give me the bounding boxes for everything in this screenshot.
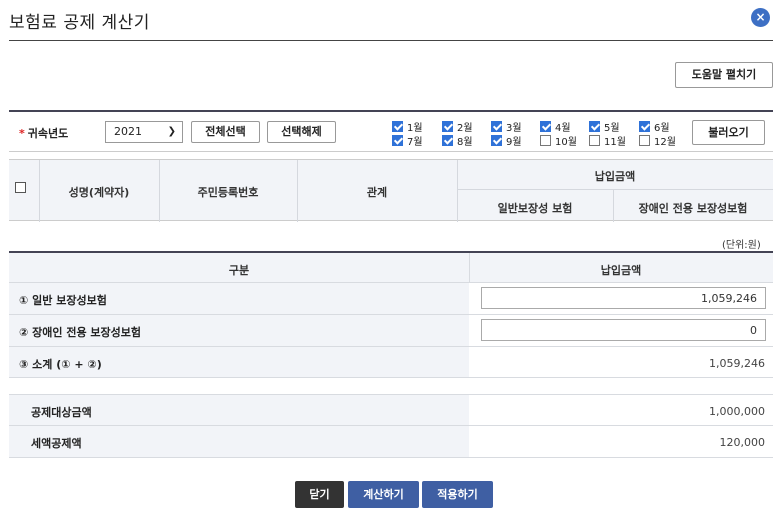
disabled-insurance-input[interactable] [481, 319, 766, 341]
month-checkbox-7[interactable]: 7월 [392, 133, 444, 148]
filter-bar: * 귀속년도 2021 ❯ 전체선택 선택해제 1월 2월 3월 4월 5월 6월… [9, 110, 773, 152]
unit-label: (단위:원) [722, 240, 761, 251]
deductible-label: 공제대상금액 [31, 406, 92, 419]
month-checkbox-2[interactable]: 2월 [442, 119, 494, 134]
checkbox-icon[interactable] [639, 121, 650, 132]
required-star: * [19, 127, 25, 140]
checkbox-icon[interactable] [442, 121, 453, 132]
column-header-disabled: 장애인 전용 보장성보험 [638, 202, 748, 215]
select-all-button[interactable]: 전체선택 [191, 121, 260, 143]
title-divider [9, 40, 773, 41]
month-checkbox-4[interactable]: 4월 [540, 119, 592, 134]
column-header-id: 주민등록번호 [197, 186, 259, 199]
column-header-paid: 납입금액 [594, 170, 636, 183]
general-insurance-input[interactable] [481, 287, 766, 309]
month-checkbox-10[interactable]: 10월 [540, 133, 592, 148]
checkbox-icon[interactable] [540, 121, 551, 132]
tax-credit-label: 세액공제액 [31, 437, 82, 450]
month-checkbox-12[interactable]: 12월 [639, 133, 691, 148]
calculate-button[interactable]: 계산하기 [348, 481, 419, 508]
checkbox-icon[interactable] [15, 182, 26, 193]
close-button[interactable]: 닫기 [295, 481, 344, 508]
calc-header-category: 구분 [228, 264, 250, 277]
checkbox-icon[interactable] [392, 121, 403, 132]
select-all-rows-checkbox[interactable] [15, 182, 30, 195]
calc-row-subtotal: ③ 소계 (① + ②) 1,059,246 [9, 347, 773, 378]
subtotal-value: 1,059,246 [709, 357, 765, 370]
checkbox-icon[interactable] [392, 135, 403, 146]
help-toggle-button[interactable]: 도움말 펼치기 [675, 62, 773, 88]
checkbox-icon[interactable] [589, 135, 600, 146]
column-header-name: 성명(계약자) [68, 186, 130, 199]
deductible-value: 1,000,000 [709, 405, 765, 418]
checkbox-icon[interactable] [491, 121, 502, 132]
calc-row-general: ① 일반 보장성보험 [9, 283, 773, 315]
calc-header-row: 구분 납입금액 [9, 251, 773, 283]
column-header-relation: 관계 [366, 186, 388, 199]
calc-header-amount: 납입금액 [600, 264, 642, 277]
checkbox-icon[interactable] [589, 121, 600, 132]
contract-table-header: 성명(계약자) 주민등록번호 관계 납입금액 일반보장성 보험 장애인 전용 보… [9, 159, 773, 222]
tax-credit-value: 120,000 [719, 436, 766, 449]
calc-row-deductible: 공제대상금액 1,000,000 [9, 394, 773, 426]
header-divider [457, 189, 773, 190]
calc-label-subtotal: ③ 소계 (① + ②) [19, 358, 102, 371]
checkbox-icon[interactable] [540, 135, 551, 146]
month-checkbox-11[interactable]: 11월 [589, 133, 641, 148]
deselect-all-button[interactable]: 선택해제 [267, 121, 336, 143]
page-title: 보험료 공제 계산기 [9, 13, 150, 33]
checkbox-icon[interactable] [491, 135, 502, 146]
month-checkbox-9[interactable]: 9월 [491, 133, 543, 148]
month-checkbox-1[interactable]: 1월 [392, 119, 444, 134]
chevron-down-icon: ❯ [167, 126, 176, 137]
month-checkbox-8[interactable]: 8월 [442, 133, 494, 148]
load-button[interactable]: 불러오기 [692, 120, 765, 145]
month-checkbox-6[interactable]: 6월 [639, 119, 691, 134]
month-checkbox-5[interactable]: 5월 [589, 119, 641, 134]
apply-button[interactable]: 적용하기 [422, 481, 493, 508]
calc-row-disabled: ② 장애인 전용 보장성보험 [9, 315, 773, 347]
month-checkbox-3[interactable]: 3월 [491, 119, 543, 134]
close-icon[interactable]: × [751, 8, 770, 27]
calc-row-tax-credit: 세액공제액 120,000 [9, 426, 773, 458]
checkbox-icon[interactable] [639, 135, 650, 146]
year-label: * 귀속년도 [19, 127, 69, 140]
year-select[interactable]: 2021 ❯ [105, 121, 183, 143]
checkbox-icon[interactable] [442, 135, 453, 146]
calc-label-disabled: ② 장애인 전용 보장성보험 [19, 326, 142, 339]
calc-label-general: ① 일반 보장성보험 [19, 294, 107, 307]
column-header-general: 일반보장성 보험 [497, 202, 573, 215]
